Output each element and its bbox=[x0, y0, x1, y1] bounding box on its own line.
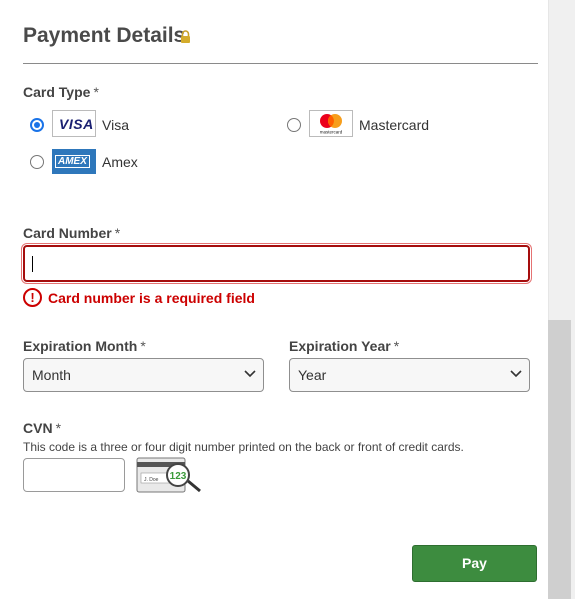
mastercard-radio[interactable] bbox=[287, 118, 301, 132]
pay-button[interactable]: Pay bbox=[412, 545, 537, 582]
cvn-help-text: This code is a three or four digit numbe… bbox=[23, 440, 464, 454]
chevron-down-icon bbox=[244, 370, 256, 378]
cvn-label: CVN * bbox=[23, 420, 62, 436]
visa-radio[interactable] bbox=[30, 118, 44, 132]
expiration-month-value: Month bbox=[32, 367, 71, 383]
amex-logo: AMEX bbox=[52, 149, 96, 174]
chevron-down-icon bbox=[510, 370, 522, 378]
amex-radio[interactable] bbox=[30, 155, 44, 169]
lock-icon bbox=[181, 30, 190, 43]
expiration-month-label: Expiration Month * bbox=[23, 338, 146, 354]
svg-text:J. Doe: J. Doe bbox=[144, 477, 159, 483]
cvn-card-illustration: J. Doe 123 bbox=[136, 457, 201, 493]
title-divider bbox=[23, 63, 538, 64]
svg-text:mastercard: mastercard bbox=[320, 130, 343, 135]
expiration-year-value: Year bbox=[298, 367, 327, 383]
page-title: Payment Details bbox=[23, 24, 186, 47]
visa-logo: VISA bbox=[52, 110, 96, 137]
card-number-label: Card Number * bbox=[23, 225, 121, 241]
amex-label[interactable]: Amex bbox=[102, 154, 138, 170]
scrollbar-thumb[interactable] bbox=[548, 320, 571, 599]
expiration-year-label: Expiration Year * bbox=[289, 338, 400, 354]
card-number-error: Card number is a required field bbox=[48, 290, 255, 306]
payment-panel: Payment Details Card Type * VISA Visa mas… bbox=[0, 0, 548, 599]
error-circle-icon: ! bbox=[23, 288, 42, 307]
expiration-year-select[interactable]: Year bbox=[289, 358, 530, 392]
card-number-input[interactable] bbox=[23, 245, 530, 282]
text-caret bbox=[32, 256, 33, 272]
mastercard-logo: mastercard bbox=[309, 110, 353, 137]
cvn-input[interactable] bbox=[23, 458, 125, 492]
mastercard-label[interactable]: Mastercard bbox=[359, 117, 429, 133]
svg-text:123: 123 bbox=[170, 471, 187, 482]
card-type-label: Card Type * bbox=[23, 84, 99, 100]
expiration-month-select[interactable]: Month bbox=[23, 358, 264, 392]
visa-label[interactable]: Visa bbox=[102, 117, 129, 133]
